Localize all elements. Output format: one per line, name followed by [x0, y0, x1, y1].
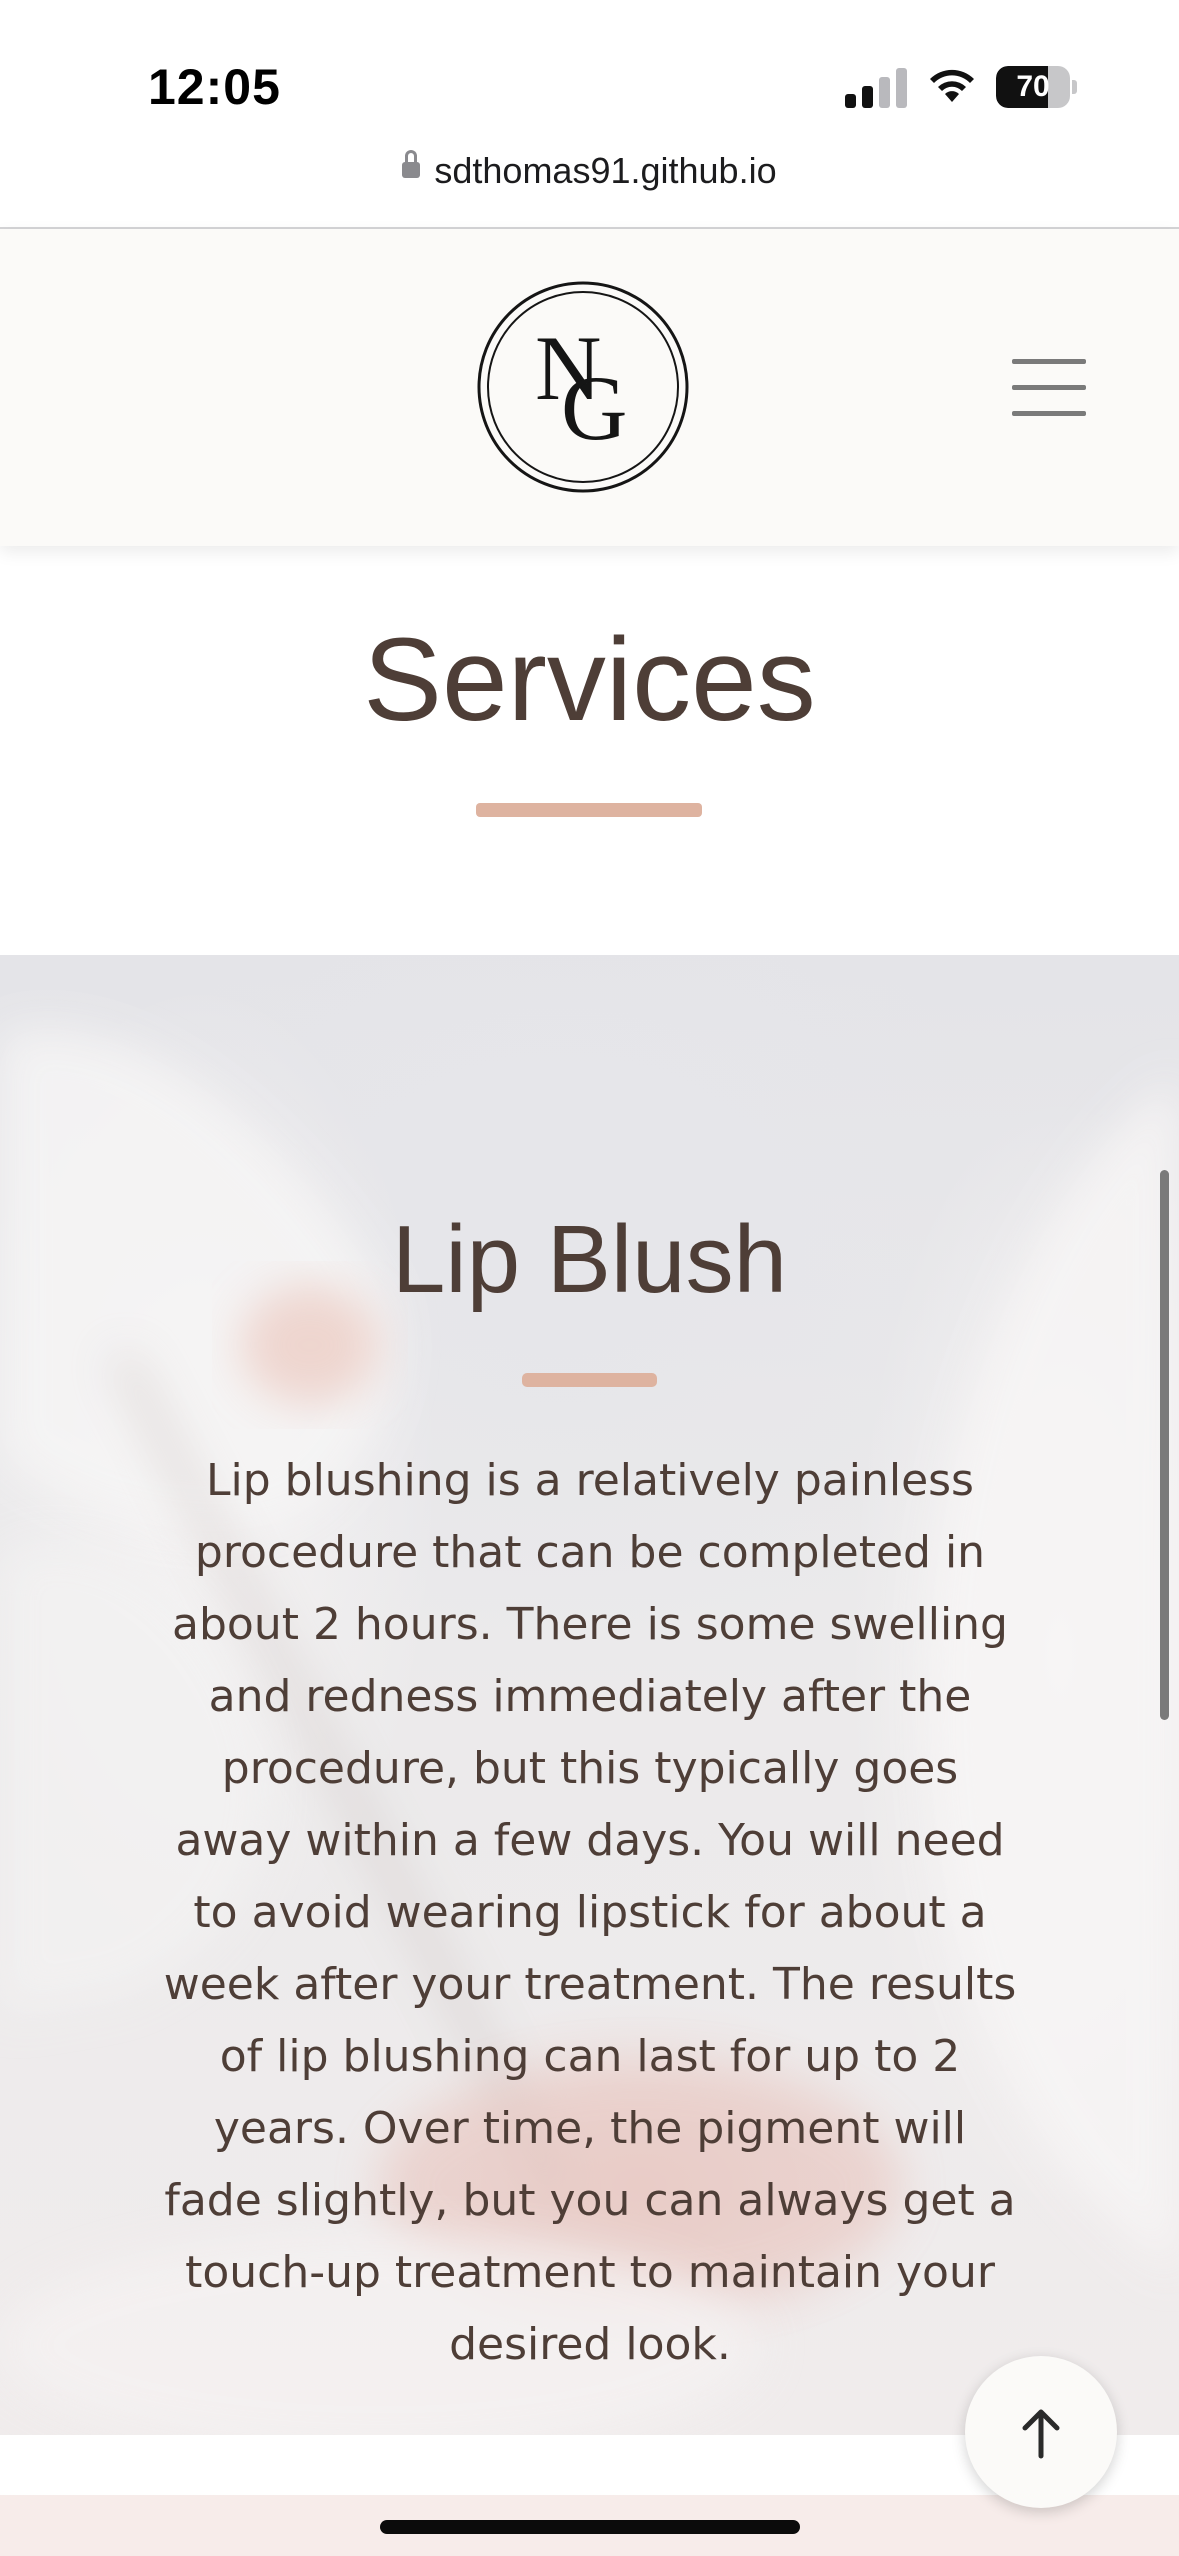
- lip-blush-section: Lip Blush Lip blushing is a relatively p…: [0, 955, 1179, 2435]
- cellular-signal-icon: [845, 68, 907, 108]
- page-title: Services: [363, 614, 816, 746]
- lock-icon: [402, 150, 421, 178]
- status-bar: 12:05 70: [0, 0, 1179, 160]
- battery-percent: 70: [1016, 70, 1050, 103]
- arrow-up-icon: [1022, 2409, 1060, 2459]
- title-underline: [476, 803, 702, 817]
- section-description: Lip blushing is a relatively painless pr…: [163, 1455, 1017, 2370]
- address-bar[interactable]: sdthomas91.github.io: [0, 150, 1179, 228]
- site-header: N G: [0, 229, 1179, 546]
- section-title: Lip Blush: [392, 1206, 787, 1313]
- svg-text:G: G: [561, 357, 627, 459]
- url-text: sdthomas91.github.io: [434, 150, 777, 191]
- home-indicator[interactable]: [380, 2520, 800, 2534]
- back-to-top-button[interactable]: [965, 2356, 1117, 2508]
- section-title-underline: [522, 1373, 657, 1387]
- wifi-icon: [926, 64, 978, 109]
- ng-logo[interactable]: N G: [477, 281, 689, 493]
- battery-icon: 70: [996, 66, 1077, 108]
- hamburger-menu-icon[interactable]: [1012, 359, 1086, 417]
- status-time: 12:05: [148, 59, 281, 115]
- scrollbar[interactable]: [1160, 1170, 1169, 1720]
